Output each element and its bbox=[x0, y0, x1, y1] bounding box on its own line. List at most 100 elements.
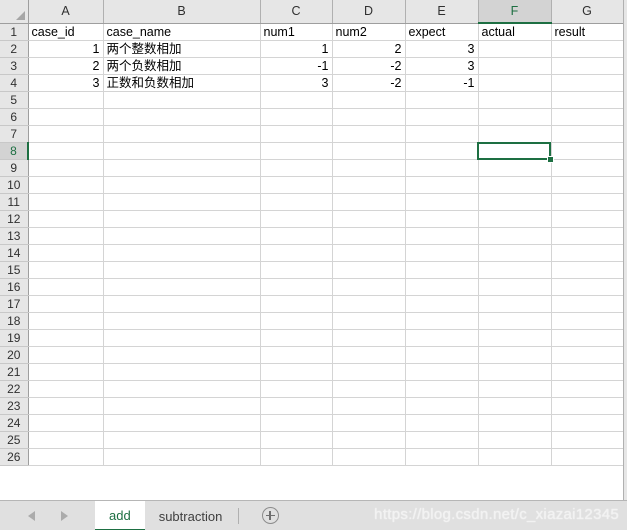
cell-B7[interactable] bbox=[103, 125, 261, 143]
column-header-a[interactable]: A bbox=[28, 0, 104, 24]
cell-G13[interactable] bbox=[551, 227, 624, 245]
cell-D24[interactable] bbox=[332, 414, 406, 432]
cell-E9[interactable] bbox=[405, 159, 479, 177]
cell-E8[interactable] bbox=[405, 142, 479, 160]
cell-E20[interactable] bbox=[405, 346, 479, 364]
cell-D18[interactable] bbox=[332, 312, 406, 330]
cell-A21[interactable] bbox=[28, 363, 104, 381]
cell-F21[interactable] bbox=[478, 363, 552, 381]
cell-B9[interactable] bbox=[103, 159, 261, 177]
cell-F9[interactable] bbox=[478, 159, 552, 177]
cell-G22[interactable] bbox=[551, 380, 624, 398]
cell-C26[interactable] bbox=[260, 448, 333, 466]
cell-B18[interactable] bbox=[103, 312, 261, 330]
cell-F11[interactable] bbox=[478, 193, 552, 211]
cell-C9[interactable] bbox=[260, 159, 333, 177]
cell-C15[interactable] bbox=[260, 261, 333, 279]
cell-B13[interactable] bbox=[103, 227, 261, 245]
fill-handle[interactable] bbox=[547, 155, 554, 163]
cell-B8[interactable] bbox=[103, 142, 261, 160]
cell-D10[interactable] bbox=[332, 176, 406, 194]
cell-G1[interactable]: result bbox=[551, 23, 624, 41]
cell-F5[interactable] bbox=[478, 91, 552, 109]
cell-B3[interactable]: 两个负数相加 bbox=[103, 57, 261, 75]
column-header-b[interactable]: B bbox=[103, 0, 261, 24]
cell-G2[interactable] bbox=[551, 40, 624, 58]
cell-F2[interactable] bbox=[478, 40, 552, 58]
cell-D4[interactable]: -2 bbox=[332, 74, 406, 92]
cell-A22[interactable] bbox=[28, 380, 104, 398]
column-header-e[interactable]: E bbox=[405, 0, 479, 24]
cell-A3[interactable]: 2 bbox=[28, 57, 104, 75]
row-header-17[interactable]: 17 bbox=[0, 295, 29, 313]
row-header-15[interactable]: 15 bbox=[0, 261, 29, 279]
cell-F4[interactable] bbox=[478, 74, 552, 92]
cell-G15[interactable] bbox=[551, 261, 624, 279]
cell-E6[interactable] bbox=[405, 108, 479, 126]
row-header-2[interactable]: 2 bbox=[0, 40, 29, 58]
cell-A7[interactable] bbox=[28, 125, 104, 143]
cell-G26[interactable] bbox=[551, 448, 624, 466]
row-header-16[interactable]: 16 bbox=[0, 278, 29, 296]
cell-D14[interactable] bbox=[332, 244, 406, 262]
cell-F17[interactable] bbox=[478, 295, 552, 313]
cell-C10[interactable] bbox=[260, 176, 333, 194]
cell-D13[interactable] bbox=[332, 227, 406, 245]
worksheet-grid-area[interactable]: ABCDEFG 1 case_id case_name num1 num2 expect a… bbox=[0, 0, 627, 500]
row-header-23[interactable]: 23 bbox=[0, 397, 29, 415]
column-header-d[interactable]: D bbox=[332, 0, 406, 24]
cell-A25[interactable] bbox=[28, 431, 104, 449]
cell-G6[interactable] bbox=[551, 108, 624, 126]
cell-E26[interactable] bbox=[405, 448, 479, 466]
row-header-22[interactable]: 22 bbox=[0, 380, 29, 398]
cell-C20[interactable] bbox=[260, 346, 333, 364]
cell-F18[interactable] bbox=[478, 312, 552, 330]
cell-A11[interactable] bbox=[28, 193, 104, 211]
cell-D9[interactable] bbox=[332, 159, 406, 177]
cell-E16[interactable] bbox=[405, 278, 479, 296]
cell-A19[interactable] bbox=[28, 329, 104, 347]
cell-A16[interactable] bbox=[28, 278, 104, 296]
cell-B16[interactable] bbox=[103, 278, 261, 296]
cell-G9[interactable] bbox=[551, 159, 624, 177]
cell-F3[interactable] bbox=[478, 57, 552, 75]
cell-D6[interactable] bbox=[332, 108, 406, 126]
cell-G19[interactable] bbox=[551, 329, 624, 347]
cell-B20[interactable] bbox=[103, 346, 261, 364]
cell-D11[interactable] bbox=[332, 193, 406, 211]
cell-B19[interactable] bbox=[103, 329, 261, 347]
cell-E11[interactable] bbox=[405, 193, 479, 211]
cell-E3[interactable]: 3 bbox=[405, 57, 479, 75]
sheet-tab-subtraction[interactable]: subtraction bbox=[144, 501, 237, 530]
cell-F13[interactable] bbox=[478, 227, 552, 245]
cell-F14[interactable] bbox=[478, 244, 552, 262]
row-header-19[interactable]: 19 bbox=[0, 329, 29, 347]
cell-C18[interactable] bbox=[260, 312, 333, 330]
cell-C12[interactable] bbox=[260, 210, 333, 228]
cell-A15[interactable] bbox=[28, 261, 104, 279]
sheet-tab-add[interactable]: add bbox=[95, 501, 145, 530]
cell-B1[interactable]: case_name bbox=[103, 23, 261, 41]
row-header-12[interactable]: 12 bbox=[0, 210, 29, 228]
cell-G20[interactable] bbox=[551, 346, 624, 364]
cell-A1[interactable]: case_id bbox=[28, 23, 104, 41]
row-header-4[interactable]: 4 bbox=[0, 74, 29, 92]
cell-D26[interactable] bbox=[332, 448, 406, 466]
column-header-g[interactable]: G bbox=[551, 0, 624, 24]
cell-F20[interactable] bbox=[478, 346, 552, 364]
row-header-7[interactable]: 7 bbox=[0, 125, 29, 143]
cell-A5[interactable] bbox=[28, 91, 104, 109]
cell-D12[interactable] bbox=[332, 210, 406, 228]
cell-C2[interactable]: 1 bbox=[260, 40, 333, 58]
cell-D21[interactable] bbox=[332, 363, 406, 381]
row-header-13[interactable]: 13 bbox=[0, 227, 29, 245]
cell-E24[interactable] bbox=[405, 414, 479, 432]
arrow-right-icon[interactable] bbox=[60, 510, 68, 521]
cell-B15[interactable] bbox=[103, 261, 261, 279]
cell-G3[interactable] bbox=[551, 57, 624, 75]
row-header-14[interactable]: 14 bbox=[0, 244, 29, 262]
cell-E17[interactable] bbox=[405, 295, 479, 313]
cell-D25[interactable] bbox=[332, 431, 406, 449]
cell-B26[interactable] bbox=[103, 448, 261, 466]
cell-G10[interactable] bbox=[551, 176, 624, 194]
